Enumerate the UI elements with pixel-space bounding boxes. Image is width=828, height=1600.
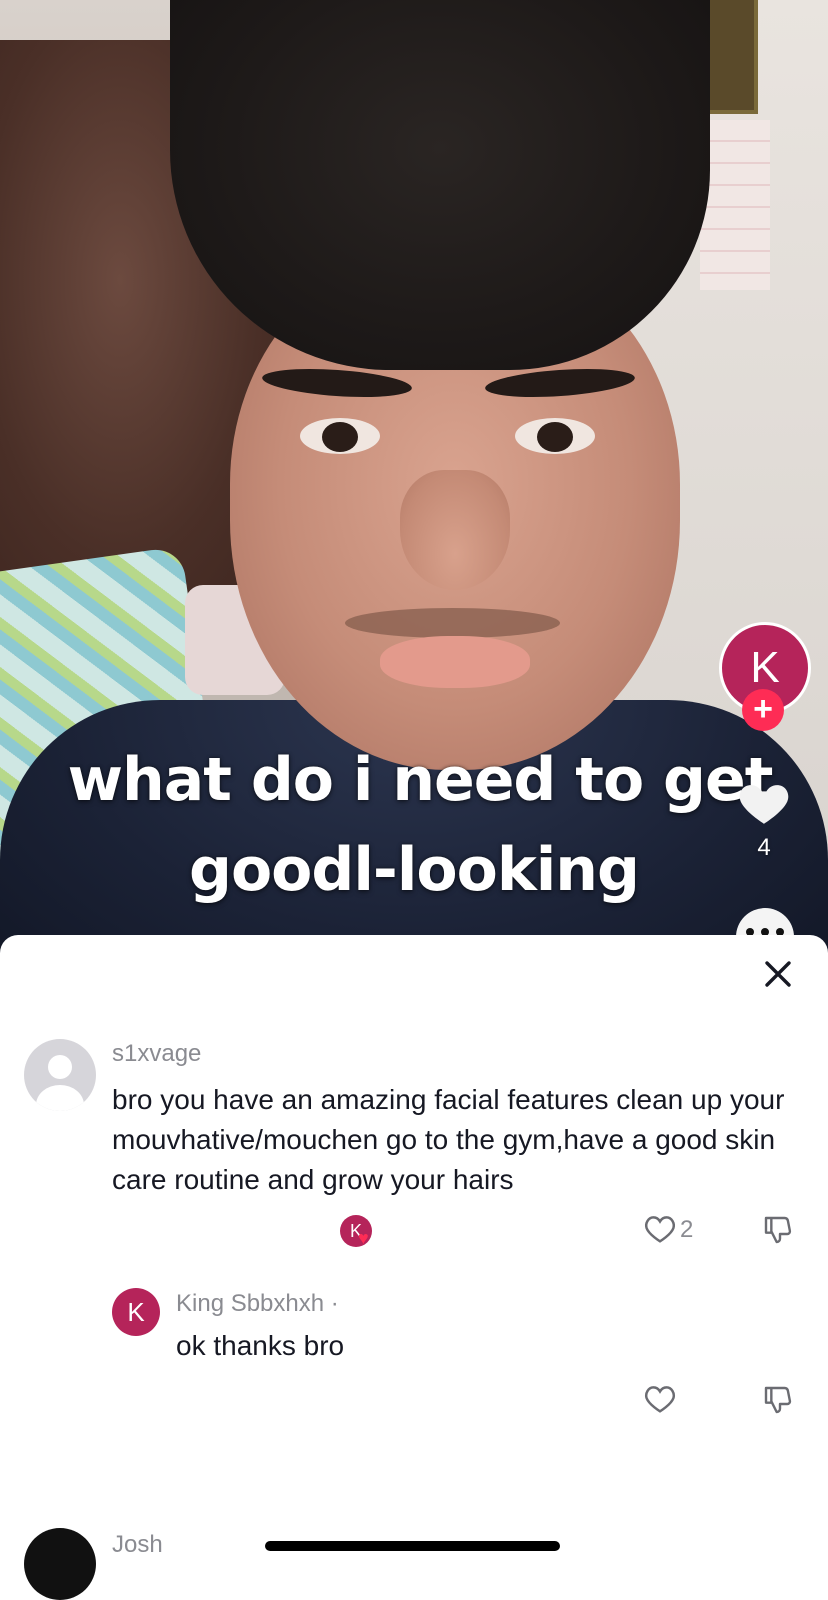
avatar[interactable] [24, 1528, 96, 1600]
dislike-icon[interactable] [762, 1384, 794, 1416]
plus-icon: + [753, 690, 773, 728]
video-caption-line1: what do i need to get [67, 745, 774, 815]
reply-username[interactable]: King Sbbxhxh · [176, 1290, 339, 1318]
eye-left [300, 418, 380, 454]
follow-button[interactable]: + [742, 689, 784, 731]
close-icon[interactable] [762, 958, 794, 990]
person-hair [170, 0, 710, 370]
video-player[interactable]: what do i need to get goodl-looking [0, 0, 828, 960]
comment-username[interactable]: Josh [112, 1531, 163, 1559]
heart-outline-icon[interactable] [643, 1384, 677, 1414]
comments-sheet [0, 935, 828, 1573]
like-count: 4 [757, 834, 771, 861]
eye-right [515, 418, 595, 454]
heart-outline-icon[interactable] [643, 1214, 677, 1244]
wall-calendar-pages [700, 120, 770, 290]
home-indicator[interactable] [265, 1541, 560, 1551]
heart-icon[interactable] [735, 773, 793, 831]
comment-username[interactable]: s1xvage [112, 1040, 201, 1068]
avatar[interactable] [24, 1039, 96, 1111]
reply-text: ok thanks bro [176, 1330, 345, 1361]
liked-by-creator-badge: K ♥ [340, 1215, 372, 1247]
heart-icon: ♥ [358, 1228, 369, 1248]
comment-text: bro you have an amazing facial features … [112, 1084, 785, 1195]
person-mouth [380, 636, 530, 688]
comment-like-count: 2 [680, 1216, 694, 1243]
avatar[interactable]: K [112, 1288, 160, 1336]
person-moustache [345, 608, 560, 638]
dislike-icon[interactable] [762, 1214, 794, 1246]
video-caption-line2: goodl-looking [189, 835, 640, 905]
person-nose [400, 470, 510, 590]
